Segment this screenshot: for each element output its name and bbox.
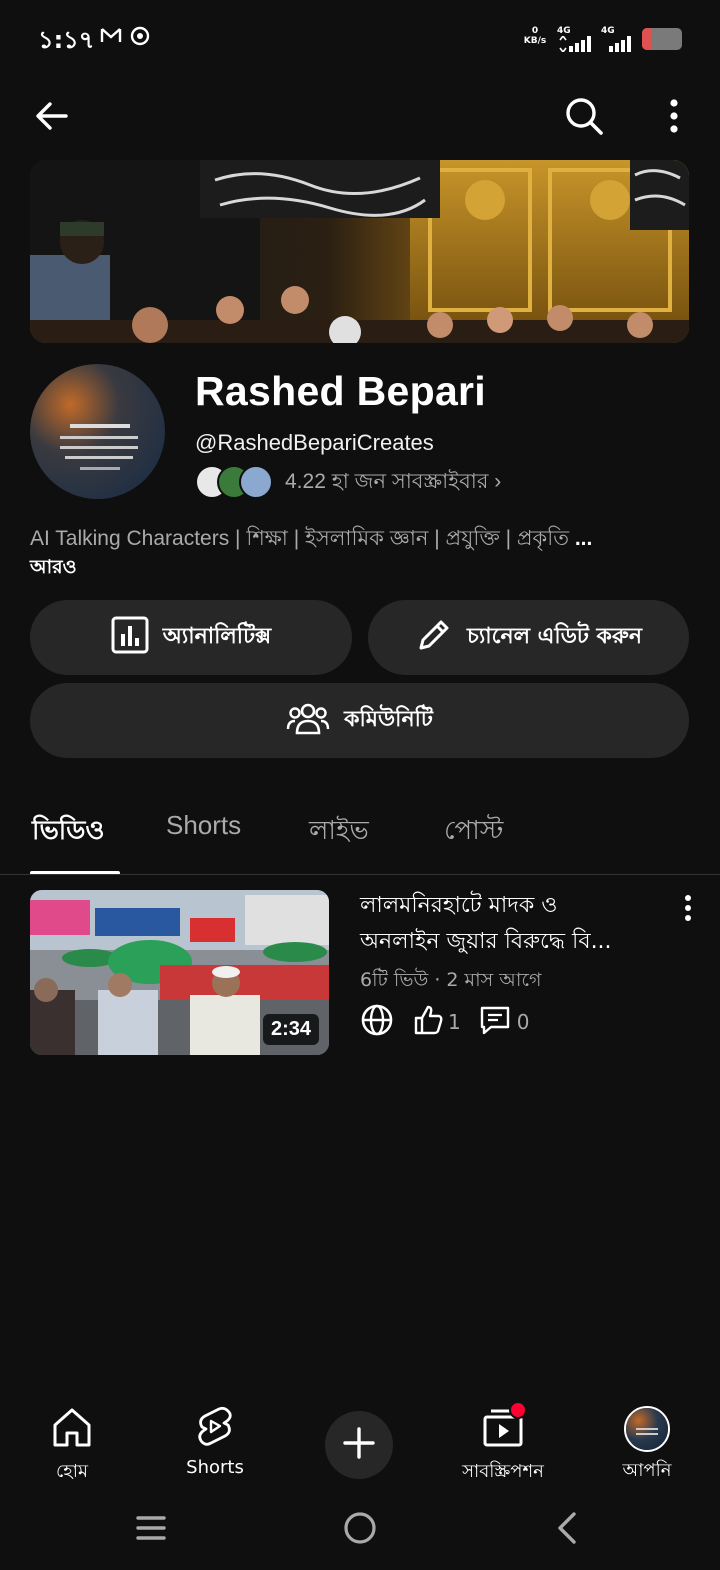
- video-more-icon[interactable]: [674, 893, 702, 923]
- nav-home-label: হোম: [56, 1461, 88, 1482]
- subscriber-row[interactable]: 4.22 হা জন সাবস্ক্রাইবার ›: [195, 465, 502, 499]
- status-time: ১:১৭: [38, 26, 95, 54]
- signal-1: 4G: [557, 26, 595, 56]
- like-count: 1: [448, 1010, 461, 1034]
- channel-avatar[interactable]: [30, 364, 165, 499]
- nav-you-label: আপনি: [622, 1460, 672, 1481]
- community-button[interactable]: কমিউনিটি: [30, 683, 689, 758]
- subscriber-count: 4.22 হা জন সাবস্ক্রাইবার ›: [285, 469, 502, 493]
- home-system-icon[interactable]: [341, 1508, 379, 1552]
- channel-name: Rashed Bepari: [195, 368, 486, 414]
- net-speed: 0 KB/s: [523, 26, 547, 46]
- people-icon: [286, 699, 344, 743]
- like-icon: [412, 1004, 444, 1041]
- globe-icon: [360, 1003, 394, 1042]
- video-thumbnail[interactable]: 2:34: [30, 890, 329, 1055]
- nav-subscriptions-label: সাবস্ক্রিপশন: [462, 1461, 544, 1482]
- comment-count: 0: [516, 1010, 530, 1034]
- tab-shorts[interactable]: Shorts: [166, 810, 241, 841]
- gmail-icon: [100, 26, 122, 48]
- analytics-label: অ্যানালিটিক্স: [162, 624, 272, 649]
- nav-you[interactable]: আপনি: [587, 1405, 707, 1487]
- tab-posts[interactable]: পোস্ট: [444, 810, 503, 854]
- video-title[interactable]: লালমনিরহাটে মাদক ও অনলাইন জুয়ার বিরুদ্ধ…: [360, 888, 660, 960]
- video-stats: 1 0: [360, 1004, 529, 1040]
- create-button[interactable]: [325, 1411, 393, 1479]
- comment-icon: [479, 1004, 511, 1041]
- analytics-button[interactable]: অ্যানালিটিক্স: [30, 600, 352, 675]
- channel-handle: @RashedBepariCreates: [195, 430, 434, 455]
- nav-home[interactable]: হোম: [12, 1405, 132, 1488]
- divider: [0, 874, 720, 875]
- tab-videos[interactable]: ভিডিও: [32, 810, 105, 854]
- battery-icon: [642, 28, 682, 50]
- tab-live[interactable]: লাইভ: [309, 810, 369, 854]
- nav-shorts[interactable]: Shorts: [155, 1405, 275, 1478]
- signal-2: 4G: [601, 26, 637, 56]
- back-icon[interactable]: [28, 92, 76, 140]
- subscriber-avatar: [239, 465, 273, 499]
- subscriptions-icon: [481, 1401, 527, 1453]
- more-link[interactable]: আরও: [30, 553, 77, 585]
- edit-channel-label: চ্যানেল এডিট করুন: [467, 624, 642, 649]
- back-system-icon[interactable]: [552, 1508, 582, 1552]
- pencil-icon: [415, 616, 467, 660]
- search-icon[interactable]: [560, 92, 608, 140]
- community-label: কমিউনিটি: [344, 707, 433, 732]
- channel-banner: [30, 160, 689, 343]
- more-vertical-icon[interactable]: [650, 92, 698, 140]
- chrome-icon: [130, 26, 150, 50]
- video-meta: 6টি ভিউ · 2 মাস আগে: [360, 969, 542, 991]
- status-bar: ১:১৭ 0 KB/s 4G 4G: [0, 0, 720, 80]
- analytics-icon: [111, 616, 163, 660]
- plus-icon: [341, 1425, 377, 1465]
- nav-shorts-label: Shorts: [186, 1457, 244, 1478]
- recent-apps-icon[interactable]: [135, 1508, 167, 1552]
- notification-dot: [509, 1401, 527, 1419]
- video-duration: 2:34: [262, 1014, 319, 1045]
- shorts-icon: [193, 1405, 237, 1453]
- channel-description[interactable]: AI Talking Characters | শিক্ষা | ইসলামিক…: [30, 522, 592, 557]
- home-icon: [50, 1405, 94, 1453]
- profile-avatar: [624, 1406, 670, 1452]
- edit-channel-button[interactable]: চ্যানেল এডিট করুন: [368, 600, 689, 675]
- nav-subscriptions[interactable]: সাবস্ক্রিপশন: [443, 1401, 563, 1488]
